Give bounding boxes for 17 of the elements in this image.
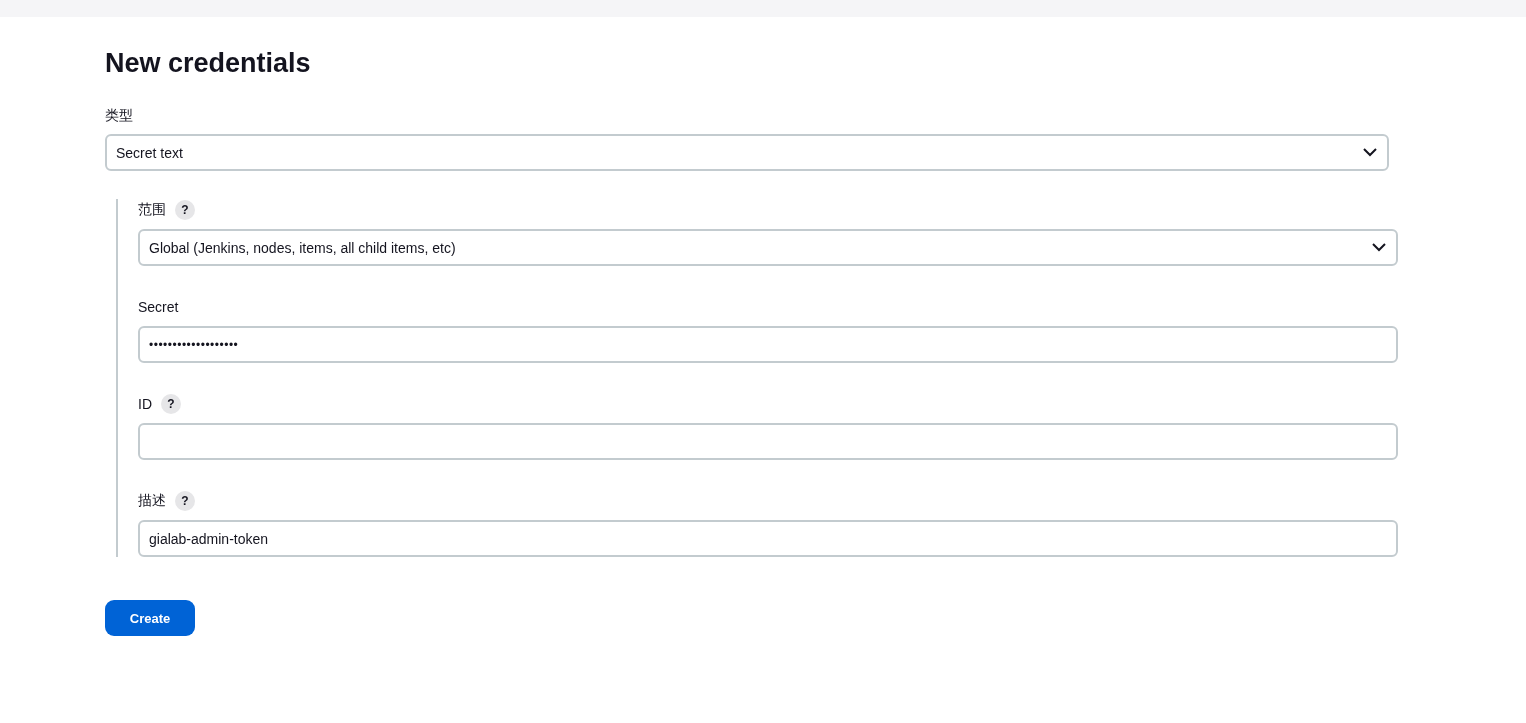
- field-label: 类型: [105, 107, 134, 125]
- dropdown-field[interactable]: Global (Jenkins, nodes, items, all child items, etc): [138, 229, 1398, 266]
- help-icon[interactable]: ?: [161, 394, 181, 414]
- page-title: New credentials: [105, 47, 312, 80]
- field-label: ID: [138, 396, 152, 412]
- input-field[interactable]: [138, 423, 1398, 460]
- help-icon[interactable]: ?: [175, 491, 195, 511]
- field-label: 范围: [138, 201, 166, 219]
- field-label: 描述: [138, 492, 166, 510]
- chevron-down-icon: [1372, 243, 1386, 252]
- password-field[interactable]: •••••••••••••••••••: [138, 326, 1398, 363]
- chevron-down-icon: [1363, 148, 1377, 157]
- input-field[interactable]: gialab-admin-token: [138, 520, 1398, 557]
- dropdown-field[interactable]: Secret text: [105, 134, 1389, 171]
- help-icon[interactable]: ?: [175, 200, 195, 220]
- create-button[interactable]: Create: [105, 600, 195, 636]
- field-label: Secret: [138, 299, 179, 315]
